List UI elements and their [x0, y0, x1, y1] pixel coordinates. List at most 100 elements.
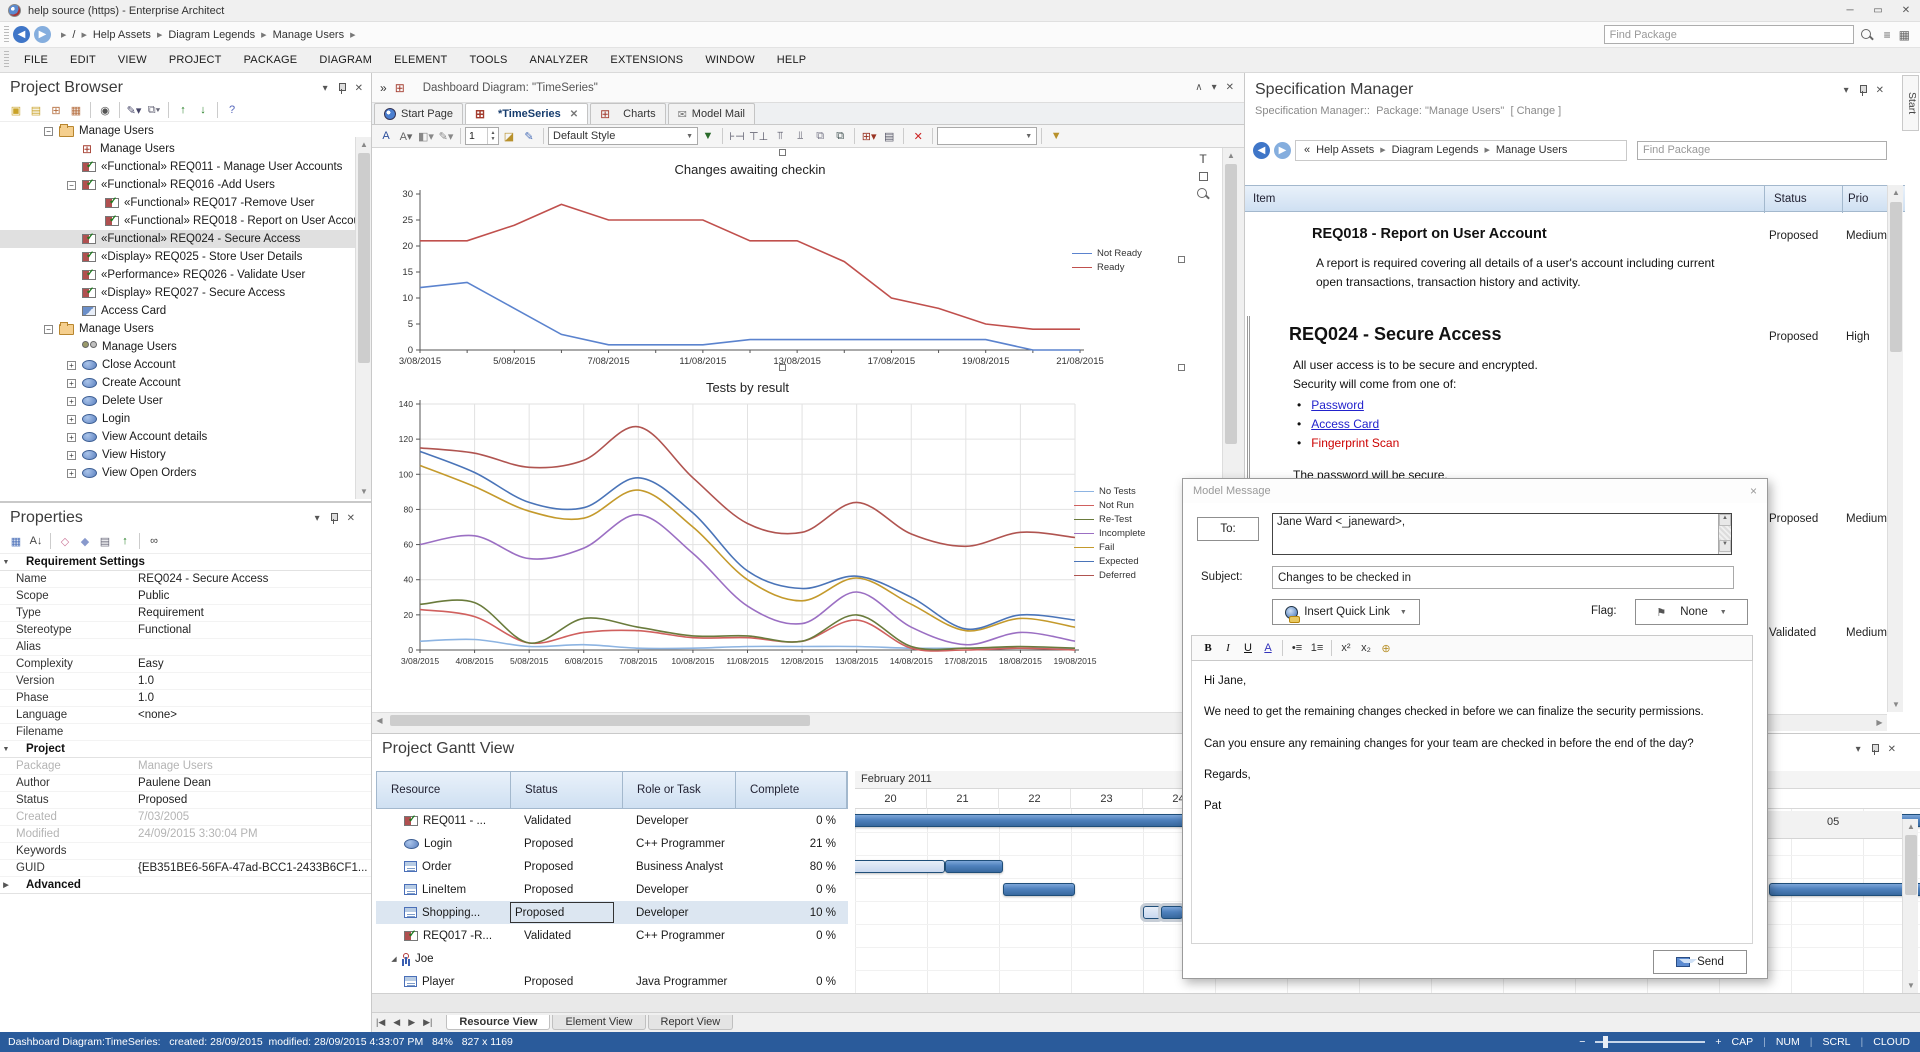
gantt-bar[interactable]	[1003, 883, 1075, 896]
collapse-icon[interactable]: ∧	[1195, 82, 1202, 93]
column-status[interactable]: Status	[1774, 186, 1807, 213]
section-toggle-icon[interactable]: ▼	[0, 746, 12, 753]
spec-item-status[interactable]: Proposed	[1769, 331, 1818, 343]
fmt-superscript-icon[interactable]: x²	[1338, 640, 1354, 656]
spec-find-package-input[interactable]	[1637, 141, 1887, 160]
fmt-bullet-list-icon[interactable]: •≡	[1289, 640, 1305, 656]
props-lens-icon[interactable]: ∞	[146, 533, 162, 549]
property-row[interactable]: Phase1.0	[0, 690, 371, 707]
tree-expander-icon[interactable]: +	[67, 433, 76, 442]
tab--timeseries[interactable]: ⊞*TimeSeries✕	[465, 103, 588, 124]
tab-start-page[interactable]: Start Page	[374, 103, 463, 124]
gantt-row[interactable]: PlayerProposedJava Programmer0 %	[376, 970, 848, 993]
day-header[interactable]: 22	[999, 789, 1071, 809]
menu-extensions[interactable]: EXTENSIONS	[599, 54, 694, 66]
menu-diagram[interactable]: DIAGRAM	[308, 54, 383, 66]
gantt-row[interactable]: LineItemProposedDeveloper0 %	[376, 878, 848, 901]
property-row[interactable]: Keywords	[0, 843, 371, 860]
tree-item[interactable]: +View Open Orders	[0, 464, 371, 482]
tree-expander-icon[interactable]: +	[67, 415, 76, 424]
pin-icon[interactable]	[337, 83, 346, 94]
change-link[interactable]: [ Change ]	[1510, 105, 1561, 117]
breadcrumb-item[interactable]: Diagram Legends	[168, 29, 255, 41]
tree-item[interactable]: «Functional» REQ017 -Remove User	[0, 194, 371, 212]
close-icon[interactable]: ✕	[347, 513, 355, 524]
pb-move-down-icon[interactable]: ↓	[195, 102, 211, 118]
property-row[interactable]: Version1.0	[0, 673, 371, 690]
fmt-bring-front-icon[interactable]: ⧉	[832, 128, 848, 144]
list-icon[interactable]: ≡	[1884, 28, 1891, 42]
close-icon[interactable]: ✕	[355, 83, 363, 94]
zoom-tool-icon[interactable]	[1196, 187, 1210, 201]
tree-expander-icon[interactable]: +	[67, 451, 76, 460]
fmt-italic-icon[interactable]: I	[1220, 640, 1236, 656]
tree-item[interactable]: «Functional» REQ024 - Secure Access	[0, 230, 371, 248]
zoom-combo[interactable]: ▼	[937, 127, 1037, 145]
fmt-font-style-icon[interactable]: A▾	[398, 128, 414, 144]
fmt-line-color-icon[interactable]: ✎▾	[438, 128, 454, 144]
tree-item[interactable]: «Display» REQ027 - Secure Access	[0, 284, 371, 302]
tree-expander-icon[interactable]: −	[44, 127, 53, 136]
menu-tools[interactable]: TOOLS	[458, 54, 518, 66]
panel-menu-icon[interactable]: ▾	[1844, 85, 1849, 96]
spec-vscrollbar[interactable]: ▲ ▼	[1887, 185, 1903, 712]
pin-icon[interactable]	[1858, 85, 1867, 96]
canvas-hscrollbar[interactable]: ◀	[372, 712, 1222, 727]
gantt-bar[interactable]	[1161, 906, 1183, 919]
property-row[interactable]: Modified24/09/2015 3:30:04 PM	[0, 826, 371, 843]
fmt-space-v-icon[interactable]: ⊤⊥	[749, 128, 768, 144]
to-field[interactable]: Jane Ward <_janeward>,	[1272, 513, 1732, 555]
forward-button[interactable]: ▶	[1274, 142, 1291, 159]
fmt-font-color-icon[interactable]: A	[1260, 640, 1276, 656]
diagram-canvas[interactable]: Changes awaiting checkin0510152025303/08…	[372, 148, 1222, 712]
tab-model-mail[interactable]: ✉Model Mail	[668, 103, 755, 124]
panel-menu-icon[interactable]: ▾	[1856, 744, 1861, 755]
flag-dropdown[interactable]: ⚑ None ▼	[1635, 599, 1748, 625]
property-row[interactable]: StereotypeFunctional	[0, 622, 371, 639]
fmt-save-style-icon[interactable]: ▼	[700, 128, 716, 144]
close-button[interactable]: ✕	[1892, 2, 1920, 20]
props-property-sheet-icon[interactable]: ▤	[97, 533, 113, 549]
property-row[interactable]: NameREQ024 - Secure Access	[0, 571, 371, 588]
zoom-out-icon[interactable]: −	[1579, 1036, 1585, 1048]
pb-move-up-icon[interactable]: ↑	[175, 102, 191, 118]
gantt-hscrollbar[interactable]	[372, 993, 1920, 1012]
property-row[interactable]: Created7/03/2005	[0, 809, 371, 826]
property-row[interactable]: Alias	[0, 639, 371, 656]
selection-handle[interactable]	[1178, 256, 1185, 263]
fmt-format-painter-icon[interactable]: ◪	[501, 128, 517, 144]
gantt-bar[interactable]	[1143, 906, 1161, 919]
property-row[interactable]: ScopePublic	[0, 588, 371, 605]
gantt-row[interactable]: LoginProposedC++ Programmer21 %	[376, 832, 848, 855]
back-button[interactable]: ◀	[13, 26, 30, 43]
spec-item-status[interactable]: Proposed	[1769, 230, 1818, 242]
bullet-access-card[interactable]: Access Card	[1311, 417, 1379, 431]
send-button[interactable]: Send	[1653, 950, 1747, 974]
pin-icon[interactable]	[1870, 744, 1879, 755]
props-tagged-values-icon[interactable]: ◆	[77, 533, 93, 549]
maximize-button[interactable]: ▭	[1864, 2, 1892, 20]
find-package-input[interactable]	[1604, 25, 1854, 44]
group-expander-icon[interactable]: ◢	[388, 955, 400, 963]
pb-edit-menu-icon[interactable]: ✎▾	[126, 102, 142, 118]
pb-new-package-icon[interactable]: ▤	[28, 102, 44, 118]
fmt-numbered-list-icon[interactable]: 1≡	[1309, 640, 1325, 656]
next-view-icon[interactable]: ▶	[408, 1017, 415, 1028]
tree-item[interactable]: −Manage Users	[0, 122, 371, 140]
props-categorized-icon[interactable]: ▦	[8, 533, 24, 549]
spec-breadcrumb-item[interactable]: Diagram Legends	[1392, 144, 1479, 156]
insert-quick-link-button[interactable]: Insert Quick Link ▼	[1272, 599, 1420, 625]
close-icon[interactable]: ✕	[1876, 85, 1884, 96]
property-row[interactable]: PackageManage Users	[0, 758, 371, 775]
message-body[interactable]: Hi Jane,We need to get the remaining cha…	[1191, 661, 1753, 944]
menu-edit[interactable]: EDIT	[59, 54, 107, 66]
day-header[interactable]: 23	[1071, 789, 1143, 809]
breadcrumb-item[interactable]: Help Assets	[93, 29, 151, 41]
breadcrumb-item[interactable]: Manage Users	[273, 29, 345, 41]
prev-view-icon[interactable]: ◀	[393, 1017, 400, 1028]
project-tree-scrollbar[interactable]: ▲ ▼	[355, 137, 371, 499]
menu-package[interactable]: PACKAGE	[233, 54, 309, 66]
minimize-button[interactable]: ─	[1836, 2, 1864, 20]
tab-close-icon[interactable]: ✕	[570, 109, 578, 120]
zoom-in-icon[interactable]: +	[1715, 1036, 1721, 1048]
